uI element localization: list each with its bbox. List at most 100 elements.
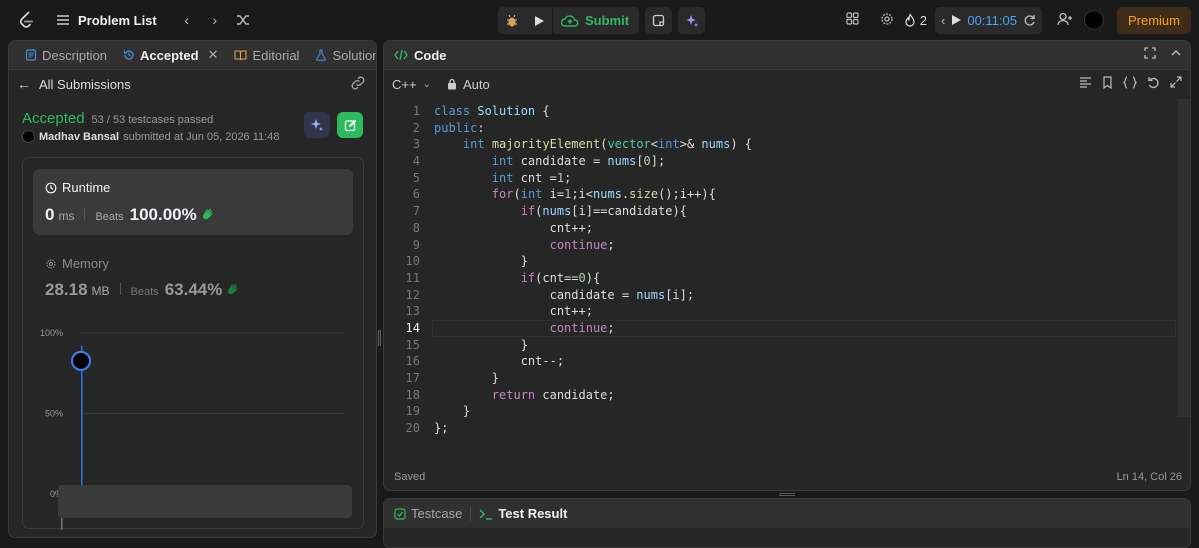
all-submissions-link[interactable]: All Submissions xyxy=(39,77,131,92)
tab-label: Description xyxy=(42,48,107,63)
code-title: Code xyxy=(414,48,447,63)
book-icon xyxy=(234,49,247,61)
timer-collapse-icon[interactable]: ‹ xyxy=(941,13,945,28)
code-line[interactable]: cnt++; xyxy=(434,220,752,237)
code-line[interactable]: continue; xyxy=(434,320,752,337)
horizontal-resize-handle[interactable] xyxy=(779,493,795,496)
code-panel: Code C++ ⌄ Auto 123456789101112131415161… xyxy=(383,40,1191,491)
format-icon[interactable] xyxy=(1079,76,1092,88)
maximize-icon[interactable] xyxy=(1144,47,1156,59)
settings-gear-icon[interactable] xyxy=(870,12,904,29)
premium-button[interactable]: Premium xyxy=(1117,7,1191,34)
streak-count: 2 xyxy=(920,13,927,28)
bookmark-icon[interactable] xyxy=(1102,76,1113,89)
code-line[interactable]: int cnt =1; xyxy=(434,170,752,187)
flame-icon xyxy=(904,13,916,27)
sparkle-icon xyxy=(310,118,324,132)
code-line[interactable]: }; xyxy=(434,420,752,437)
chevron-down-icon[interactable]: ⌄ xyxy=(423,79,431,90)
timer[interactable]: ‹ 00:11:05 xyxy=(935,7,1042,34)
code-content[interactable]: class Solution {public: int majorityElem… xyxy=(434,103,752,437)
collapse-chevron-icon[interactable] xyxy=(1170,47,1182,59)
submit-button[interactable]: Submit xyxy=(552,7,639,34)
code-line[interactable]: candidate = nums[i]; xyxy=(434,287,752,304)
code-line[interactable]: int majorityElement(vector<int>& nums) { xyxy=(434,136,752,153)
analyze-button[interactable] xyxy=(304,112,330,138)
code-line[interactable]: } xyxy=(434,370,752,387)
code-line[interactable]: int candidate = nums[0]; xyxy=(434,153,752,170)
code-line[interactable]: cnt++; xyxy=(434,303,752,320)
ai-assist-button[interactable] xyxy=(678,7,705,34)
range-slider[interactable] xyxy=(58,485,352,518)
left-tabs: Description Accepted ✕ Editorial Solutio… xyxy=(9,41,376,70)
code-line[interactable]: continue; xyxy=(434,237,752,254)
problem-list-icon[interactable] xyxy=(56,13,70,27)
back-arrow-icon[interactable]: ← xyxy=(17,76,31,92)
problem-list-link[interactable]: Problem List xyxy=(78,13,157,28)
sparkle-icon xyxy=(685,14,699,28)
line-number: 14 xyxy=(384,320,420,337)
editor-status-bar: Saved Ln 14, Col 26 xyxy=(394,471,1182,483)
code-line[interactable]: for(int i=1;i<nums.size();i++){ xyxy=(434,186,752,203)
line-number: 5 xyxy=(384,170,420,187)
expand-editor-icon[interactable] xyxy=(1170,76,1182,88)
tab-test-result[interactable]: Test Result xyxy=(479,506,567,521)
leetcode-logo-icon[interactable] xyxy=(18,11,36,29)
run-group: Submit xyxy=(498,7,639,34)
reset-code-icon[interactable] xyxy=(1147,76,1160,89)
tab-testcase[interactable]: Testcase xyxy=(394,506,462,521)
code-editor[interactable]: 1234567891011121314151617181920 class So… xyxy=(384,103,1184,433)
write-solution-button[interactable] xyxy=(337,112,363,138)
next-problem-icon[interactable]: › xyxy=(201,12,229,28)
tab-divider xyxy=(470,507,471,521)
code-line[interactable]: return candidate; xyxy=(434,387,752,404)
runtime-distribution-chart[interactable]: 100%50%0%10ms512ms1015ms1517ms10ms512ms1… xyxy=(23,158,365,530)
shuffle-icon[interactable] xyxy=(229,13,257,27)
line-numbers: 1234567891011121314151617181920 xyxy=(384,103,420,437)
code-line[interactable]: cnt--; xyxy=(434,353,752,370)
current-submission-marker xyxy=(72,352,90,370)
streak-counter[interactable]: 2 xyxy=(904,13,927,28)
add-friend-icon[interactable] xyxy=(1052,12,1078,29)
line-number: 10 xyxy=(384,253,420,270)
submission-status: Accepted xyxy=(22,110,85,127)
code-line[interactable]: if(nums[i]==candidate){ xyxy=(434,203,752,220)
editor-scrollbar[interactable] xyxy=(1178,99,1190,417)
code-line[interactable]: } xyxy=(434,403,752,420)
language-selector[interactable]: C++ xyxy=(392,77,417,92)
history-icon xyxy=(123,49,135,61)
share-link-icon[interactable] xyxy=(350,76,366,90)
code-line[interactable]: } xyxy=(434,337,752,354)
tab-description[interactable]: Description xyxy=(19,48,113,63)
braces-icon[interactable] xyxy=(1123,76,1137,89)
code-line[interactable]: } xyxy=(434,253,752,270)
prev-problem-icon[interactable]: ‹ xyxy=(173,12,201,28)
submitter-name[interactable]: Madhav Bansal xyxy=(39,131,119,143)
tab-solutions[interactable]: Solutions xyxy=(309,48,377,63)
line-number: 6 xyxy=(384,186,420,203)
line-number: 4 xyxy=(384,153,420,170)
tab-label: Solutions xyxy=(332,48,377,63)
debug-button[interactable] xyxy=(498,7,525,34)
code-line[interactable]: class Solution { xyxy=(434,103,752,120)
run-button[interactable] xyxy=(525,7,552,34)
code-line[interactable]: if(cnt==0){ xyxy=(434,270,752,287)
line-number: 20 xyxy=(384,420,420,437)
timer-play-icon[interactable] xyxy=(951,15,961,25)
notes-button[interactable] xyxy=(645,7,672,34)
line-number: 19 xyxy=(384,403,420,420)
save-status: Saved xyxy=(394,471,425,483)
submitter-avatar[interactable] xyxy=(22,130,35,143)
tab-accepted[interactable]: Accepted ✕ xyxy=(117,47,224,63)
close-tab-icon[interactable]: ✕ xyxy=(208,47,219,63)
line-number: 1 xyxy=(384,103,420,120)
autocomplete-mode[interactable]: Auto xyxy=(463,77,490,92)
checkbox-icon xyxy=(394,508,406,520)
timer-reset-icon[interactable] xyxy=(1023,14,1036,27)
layout-icon[interactable] xyxy=(836,12,870,28)
tab-editorial[interactable]: Editorial xyxy=(228,48,305,63)
user-avatar[interactable] xyxy=(1084,10,1104,30)
timer-value: 00:11:05 xyxy=(967,13,1017,28)
code-line[interactable]: public: xyxy=(434,120,752,137)
vertical-resize-handle[interactable] xyxy=(378,330,381,346)
